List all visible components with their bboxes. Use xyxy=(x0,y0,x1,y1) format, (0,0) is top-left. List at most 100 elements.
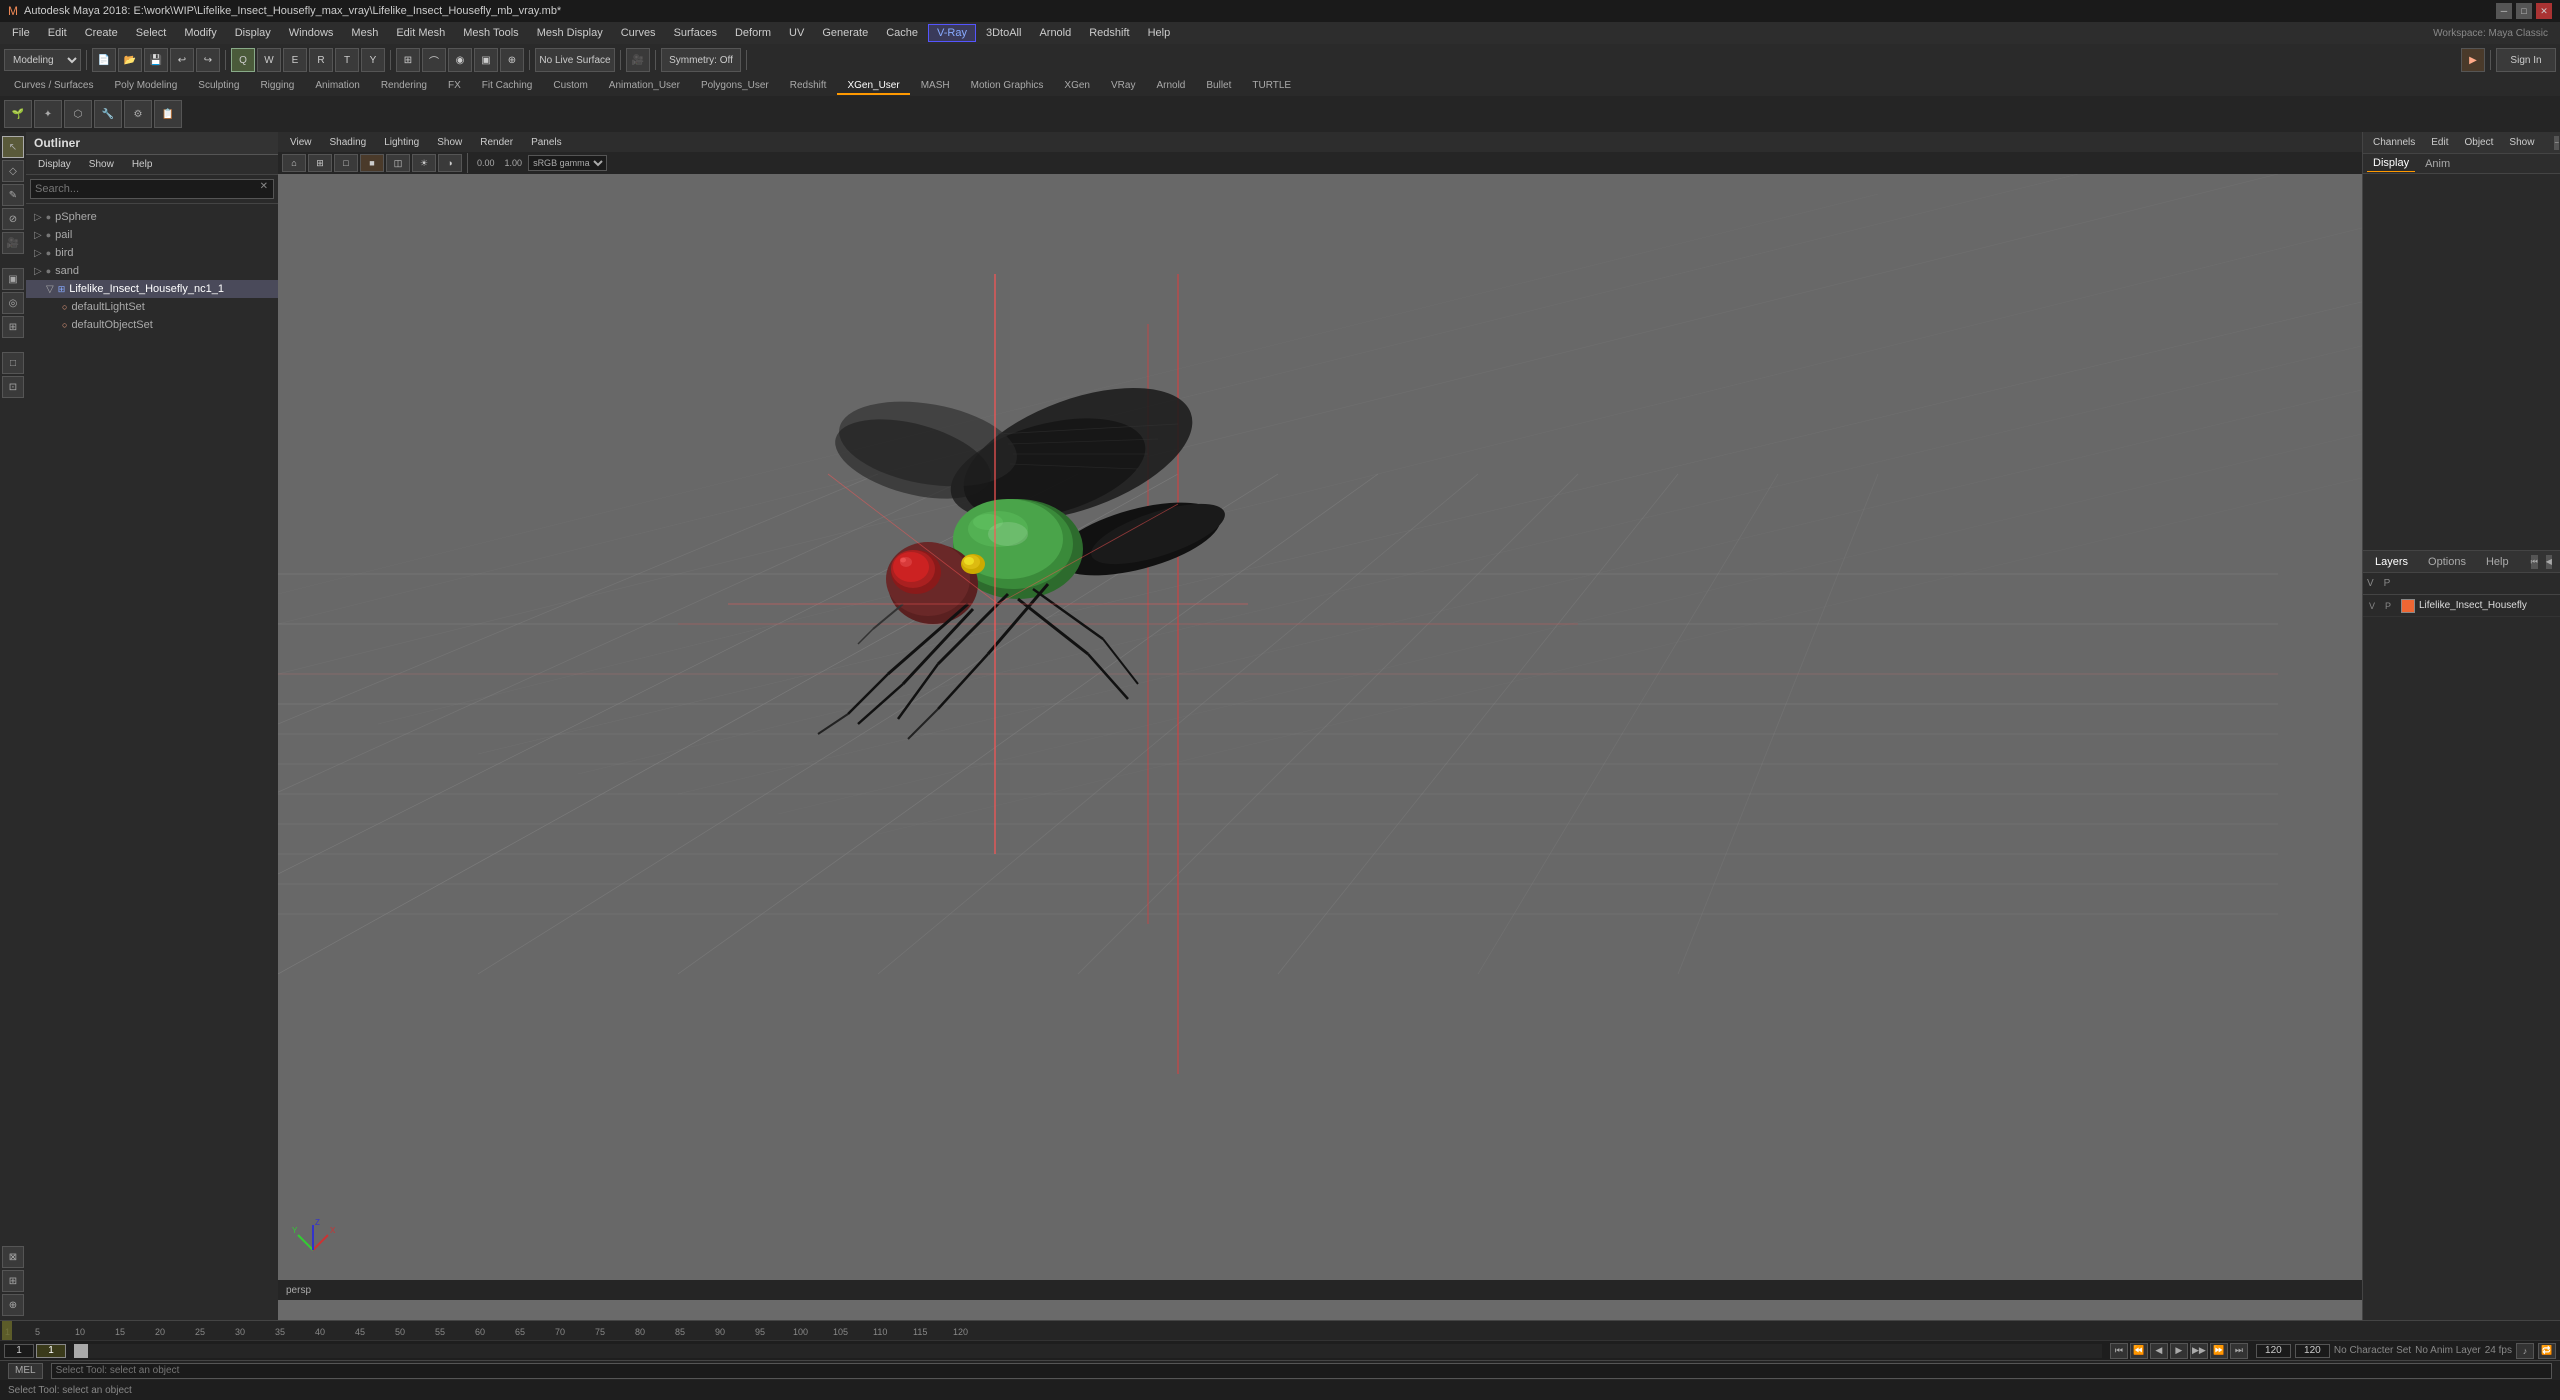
playback-timeline[interactable] xyxy=(74,1344,2102,1358)
help-tab[interactable]: Help xyxy=(2480,554,2515,570)
snap-point-button[interactable]: ◉ xyxy=(448,48,472,72)
sign-in-button[interactable]: Sign In xyxy=(2496,48,2556,72)
outliner-menu-display[interactable]: Display xyxy=(30,157,79,172)
menu-deform[interactable]: Deform xyxy=(727,25,779,41)
shelf-tab-vray[interactable]: VRay xyxy=(1101,78,1145,95)
start-frame-input[interactable] xyxy=(4,1344,34,1358)
vp-gamma-select[interactable]: sRGB gamma xyxy=(528,155,607,171)
channels-tab[interactable]: Channels xyxy=(2369,135,2419,150)
menu-edit[interactable]: Edit xyxy=(40,25,75,41)
shelf-tab-rendering[interactable]: Rendering xyxy=(371,78,437,95)
viewport-menu-shading[interactable]: Shading xyxy=(322,135,375,150)
menu-arnold[interactable]: Arnold xyxy=(1031,25,1079,41)
redo-button[interactable]: ↪ xyxy=(196,48,220,72)
menu-vray[interactable]: V-Ray xyxy=(928,24,976,42)
outliner-search-input[interactable] xyxy=(30,179,274,199)
rotate-tool-button[interactable]: E xyxy=(283,48,307,72)
snap-lt[interactable]: ⊕ xyxy=(2,1294,24,1316)
loop-button[interactable]: 🔁 xyxy=(2538,1343,2556,1359)
menu-cache[interactable]: Cache xyxy=(878,25,926,41)
shelf-tab-fx[interactable]: FX xyxy=(438,78,471,95)
menu-select[interactable]: Select xyxy=(128,25,175,41)
outliner-item-sand[interactable]: ▷ ● sand xyxy=(26,262,278,280)
channels-edit[interactable]: Edit xyxy=(2427,135,2452,150)
menu-redshift[interactable]: Redshift xyxy=(1081,25,1137,41)
tab-display[interactable]: Display xyxy=(2367,155,2415,172)
viewport-menu-lighting[interactable]: Lighting xyxy=(376,135,427,150)
shelf-icon-1[interactable]: 🌱 xyxy=(4,100,32,128)
options-tab[interactable]: Options xyxy=(2422,554,2472,570)
mode-dropdown[interactable]: Modeling Rigging Animation FX Rendering xyxy=(4,49,81,71)
shelf-tab-animation-user[interactable]: Animation_User xyxy=(599,78,690,95)
viewport-canvas[interactable]: X Y Z persp xyxy=(278,174,2362,1300)
mel-python-toggle[interactable]: MEL xyxy=(8,1363,43,1379)
select-tool-button[interactable]: Q xyxy=(231,48,255,72)
scale-tool-button[interactable]: R xyxy=(309,48,333,72)
channels-object[interactable]: Object xyxy=(2461,135,2498,150)
select-tool-lt[interactable]: ↖ xyxy=(2,136,24,158)
new-scene-button[interactable]: 📄 xyxy=(92,48,116,72)
menu-file[interactable]: File xyxy=(4,25,38,41)
skip-start-button[interactable]: ⏮ xyxy=(2110,1343,2128,1359)
shelf-tab-animation[interactable]: Animation xyxy=(305,78,369,95)
menu-help[interactable]: Help xyxy=(1140,25,1179,41)
shelf-icon-6[interactable]: 📋 xyxy=(154,100,182,128)
viewport[interactable]: View Shading Lighting Show Render Panels… xyxy=(278,132,2362,1320)
hotbox-lt[interactable]: ⊞ xyxy=(2,1270,24,1292)
channels-show[interactable]: Show xyxy=(2505,135,2538,150)
skip-end-button[interactable]: ⏭ xyxy=(2230,1343,2248,1359)
layers-tab[interactable]: Layers xyxy=(2369,554,2414,570)
viewport-menu-render[interactable]: Render xyxy=(472,135,521,150)
outliner-item-bird[interactable]: ▷ ● bird xyxy=(26,244,278,262)
vp-wireframe-button[interactable]: □ xyxy=(334,154,358,172)
vp-smooth-button[interactable]: ■ xyxy=(360,154,384,172)
shelf-tab-xgen-user[interactable]: XGen_User xyxy=(837,78,909,95)
symmetry-button[interactable]: Symmetry: Off xyxy=(661,48,741,72)
shelf-tab-custom[interactable]: Custom xyxy=(543,78,597,95)
audio-button[interactable]: ♪ xyxy=(2516,1343,2534,1359)
lasso-tool[interactable]: ◇ xyxy=(2,160,24,182)
menu-edit-mesh[interactable]: Edit Mesh xyxy=(388,25,453,41)
timeline-ruler[interactable]: 1 5 10 15 20 25 30 35 40 45 50 55 60 65 … xyxy=(0,1320,2560,1340)
shelf-tab-sculpting[interactable]: Sculpting xyxy=(188,78,249,95)
shelf-tab-redshift[interactable]: Redshift xyxy=(780,78,837,95)
step-back-button[interactable]: ⏪ xyxy=(2130,1343,2148,1359)
menu-modify[interactable]: Modify xyxy=(176,25,224,41)
vp-grid-button[interactable]: ⊞ xyxy=(308,154,332,172)
menu-3dtoall[interactable]: 3DtoAll xyxy=(978,25,1029,41)
prev-frame-button[interactable]: ◀ xyxy=(2150,1343,2168,1359)
shelf-tab-arnold[interactable]: Arnold xyxy=(1146,78,1195,95)
last-tool-button[interactable]: Y xyxy=(361,48,385,72)
command-input[interactable] xyxy=(51,1363,2552,1379)
end-frame-input[interactable] xyxy=(2295,1344,2330,1358)
shelf-tab-bullet[interactable]: Bullet xyxy=(1196,78,1241,95)
viewport-menu-view[interactable]: View xyxy=(282,135,320,150)
universal-tool-button[interactable]: T xyxy=(335,48,359,72)
quick-layout[interactable]: ⊠ xyxy=(2,1246,24,1268)
menu-curves[interactable]: Curves xyxy=(613,25,664,41)
shelf-icon-2[interactable]: ✦ xyxy=(34,100,62,128)
menu-mesh[interactable]: Mesh xyxy=(343,25,386,41)
shelf-icon-3[interactable]: ⬡ xyxy=(64,100,92,128)
shelf-tab-polygons-user[interactable]: Polygons_User xyxy=(691,78,779,95)
paint-tool[interactable]: ✎ xyxy=(2,184,24,206)
menu-mesh-tools[interactable]: Mesh Tools xyxy=(455,25,526,41)
vp-lights-button[interactable]: ☀ xyxy=(412,154,436,172)
shelf-tab-xgen[interactable]: XGen xyxy=(1054,78,1100,95)
snap-view-button[interactable]: ▣ xyxy=(474,48,498,72)
outliner-item-pail[interactable]: ▷ ● pail xyxy=(26,226,278,244)
menu-create[interactable]: Create xyxy=(77,25,126,41)
menu-generate[interactable]: Generate xyxy=(814,25,876,41)
outliner-menu-show[interactable]: Show xyxy=(81,157,122,172)
undo-button[interactable]: ↩ xyxy=(170,48,194,72)
outliner-item-psphere[interactable]: ▷ ● pSphere xyxy=(26,208,278,226)
vp-shadow-button[interactable]: ◑ xyxy=(438,154,462,172)
end-range-input[interactable] xyxy=(2256,1344,2291,1358)
snap-curve-button[interactable]: ⌒ xyxy=(422,48,446,72)
outliner-item-lightset[interactable]: ○ defaultLightSet xyxy=(26,298,278,316)
soft-select[interactable]: ◎ xyxy=(2,292,24,314)
menu-mesh-display[interactable]: Mesh Display xyxy=(529,25,611,41)
menu-display[interactable]: Display xyxy=(227,25,279,41)
camera-tool[interactable]: 🎥 xyxy=(2,232,24,254)
shelf-tab-motion-graphics[interactable]: Motion Graphics xyxy=(961,78,1054,95)
